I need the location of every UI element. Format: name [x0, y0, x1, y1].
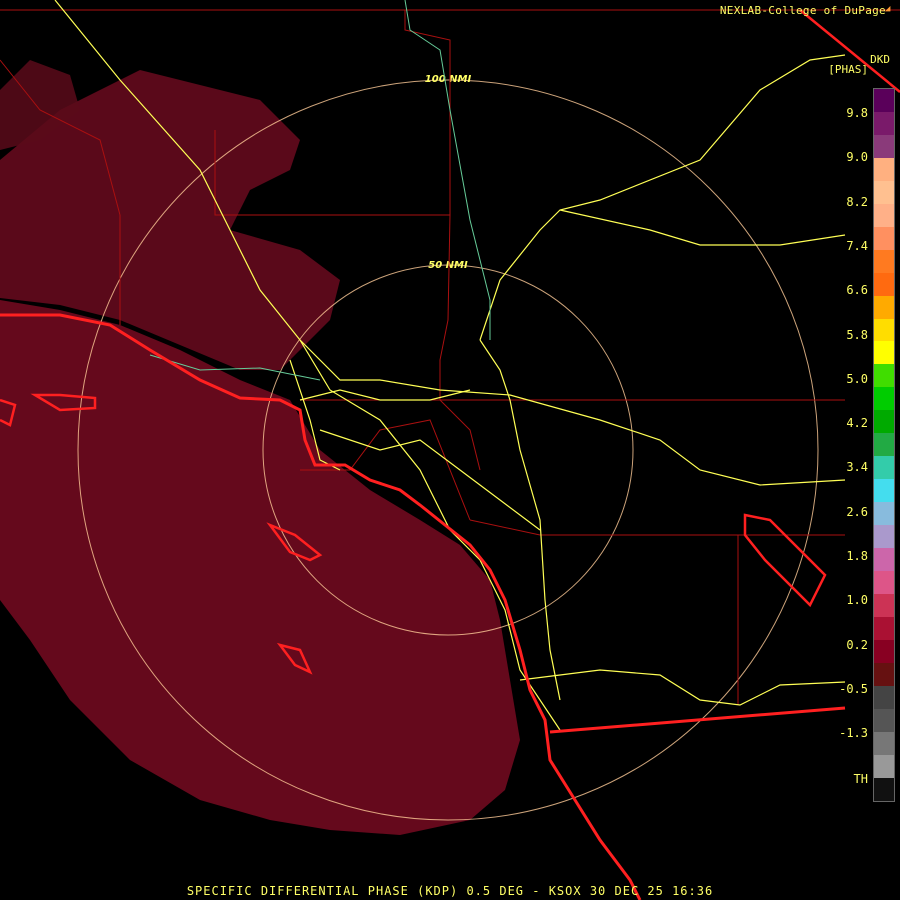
- radar-map: 100 NMI 50 NMI: [0, 0, 900, 900]
- product-code: DKD: [870, 53, 890, 66]
- colorbar-label: 9.8: [846, 106, 868, 120]
- colorbar-label: 5.8: [846, 327, 868, 342]
- colorbar-segment: [874, 685, 894, 709]
- colorbar-label: -1.3: [839, 726, 868, 741]
- colorbar-label: 8.2: [846, 194, 868, 209]
- colorbar-label: TH: [853, 772, 868, 786]
- colorbar-segment: [874, 731, 894, 755]
- colorbar-label: 5.0: [846, 371, 868, 386]
- colorbar-segment: [874, 593, 894, 617]
- colorbar-segment: [874, 272, 894, 296]
- colorbar-segment: [874, 226, 894, 250]
- product-caption: SPECIFIC DIFFERENTIAL PHASE (KDP) 0.5 DE…: [186, 884, 714, 898]
- colorbar-segment: [874, 502, 894, 526]
- colorbar-segment: [874, 708, 894, 732]
- colorbar-segment: [874, 410, 894, 434]
- logo-icon: ◢: [885, 4, 891, 14]
- colorbar-segment: [874, 525, 894, 549]
- ring-label-100: 100 NMI: [425, 74, 472, 85]
- colorbar-segment: [874, 249, 894, 273]
- colorbar-label: 6.6: [846, 283, 868, 298]
- colorbar-segment: [874, 89, 894, 112]
- colorbar-segment: [874, 777, 894, 801]
- colorbar: [873, 88, 895, 802]
- colorbar-labels: 9.8 9.0 8.2 7.4 6.6 5.8 5.0 4.2 3.4 2.6 1.8 1.0 0.2 -…: [820, 0, 870, 900]
- colorbar-segment: [874, 134, 894, 158]
- echo-fill: [0, 300, 520, 835]
- colorbar-segment: [874, 433, 894, 457]
- colorbar-segment: [874, 341, 894, 365]
- colorbar-segment: [874, 318, 894, 342]
- colorbar-segment: [874, 479, 894, 503]
- colorbar-segment: [874, 548, 894, 572]
- colorbar-segment: [874, 662, 894, 686]
- colorbar-label: 9.0: [846, 150, 868, 165]
- colorbar-segment: [874, 456, 894, 480]
- colorbar-label: -0.5: [839, 681, 868, 696]
- colorbar-segment: [874, 387, 894, 411]
- colorbar-segment: [874, 616, 894, 640]
- colorbar-label: 7.4: [846, 238, 868, 253]
- colorbar-label: 0.2: [846, 637, 868, 652]
- colorbar-segment: [874, 203, 894, 227]
- colorbar-segment: [874, 754, 894, 778]
- colorbar-label: 2.6: [846, 504, 868, 519]
- colorbar-segment: [874, 157, 894, 181]
- radar-display: 100 NMI 50 NMI NEXLAB-College of DuPage …: [0, 0, 900, 900]
- colorbar-label: 1.0: [846, 593, 868, 608]
- colorbar-segment: [874, 111, 894, 135]
- colorbar-segment: [874, 295, 894, 319]
- colorbar-segment: [874, 571, 894, 594]
- colorbar-label: 4.2: [846, 416, 868, 431]
- ring-label-50: 50 NMI: [428, 260, 468, 271]
- colorbar-label: 1.8: [846, 549, 868, 563]
- colorbar-segment: [874, 364, 894, 388]
- colorbar-segment: [874, 180, 894, 204]
- colorbar-segment: [874, 639, 894, 663]
- colorbar-label: 3.4: [846, 460, 868, 475]
